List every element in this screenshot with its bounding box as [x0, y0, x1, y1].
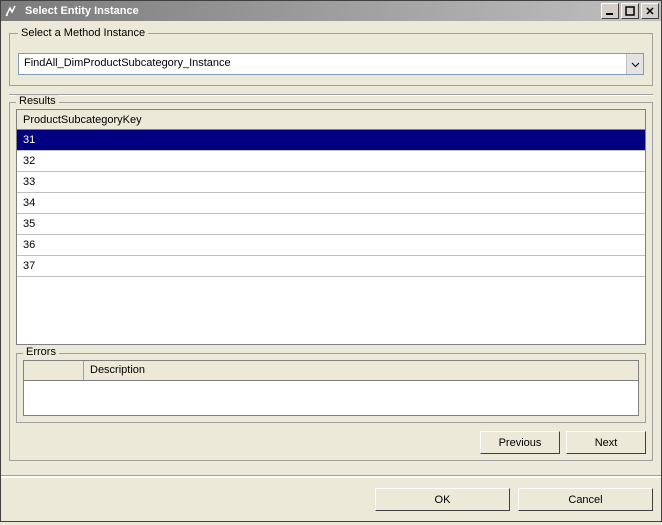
table-row[interactable]: 34 — [17, 193, 645, 214]
errors-label: Errors — [23, 346, 59, 358]
method-instance-value: FindAll_DimProductSubcategory_Instance — [19, 54, 626, 74]
app-icon — [3, 3, 19, 19]
errors-col-description[interactable]: Description — [84, 361, 638, 380]
close-button[interactable] — [641, 3, 659, 19]
dialog-window: Select Entity Instance Select a Method I… — [0, 0, 662, 522]
cell-value: 36 — [23, 239, 35, 251]
ok-button[interactable]: OK — [375, 488, 510, 511]
cell-value: 37 — [23, 260, 35, 272]
cell-value: 34 — [23, 197, 35, 209]
table-row[interactable]: 35 — [17, 214, 645, 235]
table-row[interactable]: 32 — [17, 151, 645, 172]
divider — [9, 94, 653, 96]
cancel-button[interactable]: Cancel — [518, 488, 653, 511]
errors-group: Errors Description — [16, 353, 646, 423]
errors-description-text: Description — [90, 364, 145, 376]
table-row[interactable]: 33 — [17, 172, 645, 193]
method-instance-legend: Select a Method Instance — [18, 27, 148, 39]
next-button[interactable]: Next — [566, 431, 646, 454]
method-instance-dropdown[interactable]: FindAll_DimProductSubcategory_Instance — [18, 53, 644, 75]
cell-value: 35 — [23, 218, 35, 230]
table-row[interactable]: 37 — [17, 256, 645, 277]
results-group: Results ProductSubcategoryKey 3132333435… — [9, 102, 653, 461]
minimize-button[interactable] — [601, 3, 619, 19]
titlebar: Select Entity Instance — [1, 1, 661, 21]
results-column-header[interactable]: ProductSubcategoryKey — [17, 110, 645, 130]
results-label: Results — [16, 95, 59, 107]
chevron-down-icon[interactable] — [626, 54, 643, 74]
maximize-button[interactable] — [621, 3, 639, 19]
column-header-text: ProductSubcategoryKey — [23, 114, 142, 126]
table-row[interactable]: 36 — [17, 235, 645, 256]
cell-value: 32 — [23, 155, 35, 167]
window-title: Select Entity Instance — [23, 5, 599, 17]
results-grid: ProductSubcategoryKey 31 32 33 34 35 36 37 — [16, 109, 646, 345]
cell-value: 33 — [23, 176, 35, 188]
errors-grid: Description — [23, 360, 639, 416]
dialog-footer: OK Cancel — [1, 477, 661, 521]
table-row[interactable]: 31 — [17, 130, 645, 151]
cell-value: 31 — [23, 134, 35, 146]
previous-button[interactable]: Previous — [480, 431, 560, 454]
method-instance-group: Select a Method Instance FindAll_DimProd… — [9, 27, 653, 86]
errors-col-blank — [24, 361, 84, 380]
